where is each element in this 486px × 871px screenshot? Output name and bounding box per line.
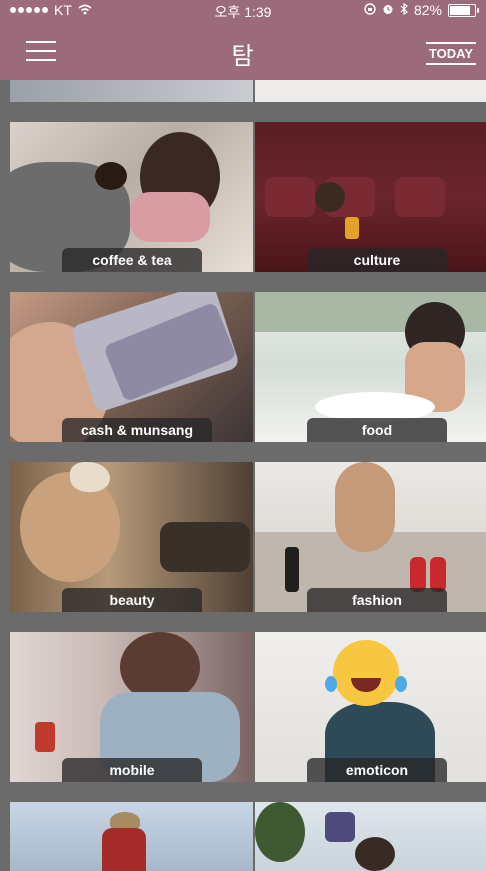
category-tile-coffee-tea[interactable]: coffee & tea (10, 122, 253, 272)
tile-label: food (307, 418, 447, 442)
tile-label: emoticon (307, 758, 447, 782)
category-tile-cash-munsang[interactable]: cash & munsang (10, 292, 253, 442)
category-tile-culture[interactable]: culture (255, 122, 486, 272)
tile-label: beauty (62, 588, 202, 612)
page-title: 탐 (231, 43, 255, 70)
category-tile-food[interactable]: food (255, 292, 486, 442)
partial-tile-bottom-right[interactable] (255, 802, 486, 871)
tile-label: coffee & tea (62, 248, 202, 272)
status-bar: KT 오후 1:39 82% (0, 0, 486, 20)
category-tile-emoticon[interactable]: emoticon (255, 632, 486, 782)
category-feed[interactable]: coffee & tea culture cash & munsang food… (0, 80, 486, 871)
status-right: 82% (364, 2, 479, 18)
rotation-lock-icon (364, 2, 376, 18)
battery-icon (448, 3, 479, 17)
nav-bar: 탐 TODAY (0, 20, 486, 80)
category-tile-beauty[interactable]: beauty (10, 462, 253, 612)
partial-tile-top-right[interactable] (255, 80, 486, 102)
partial-tile-bottom-left[interactable] (10, 802, 253, 871)
tile-label: culture (307, 248, 447, 272)
category-tile-mobile[interactable]: mobile (10, 632, 253, 782)
tile-label: fashion (307, 588, 447, 612)
tile-label: mobile (62, 758, 202, 782)
tile-label: cash & munsang (62, 418, 212, 442)
bluetooth-icon (400, 2, 408, 18)
alarm-icon (382, 2, 394, 18)
today-button[interactable]: TODAY (425, 42, 476, 65)
battery-percent: 82% (413, 2, 442, 18)
category-tile-fashion[interactable]: fashion (255, 462, 486, 612)
partial-tile-top-left[interactable] (10, 80, 253, 102)
